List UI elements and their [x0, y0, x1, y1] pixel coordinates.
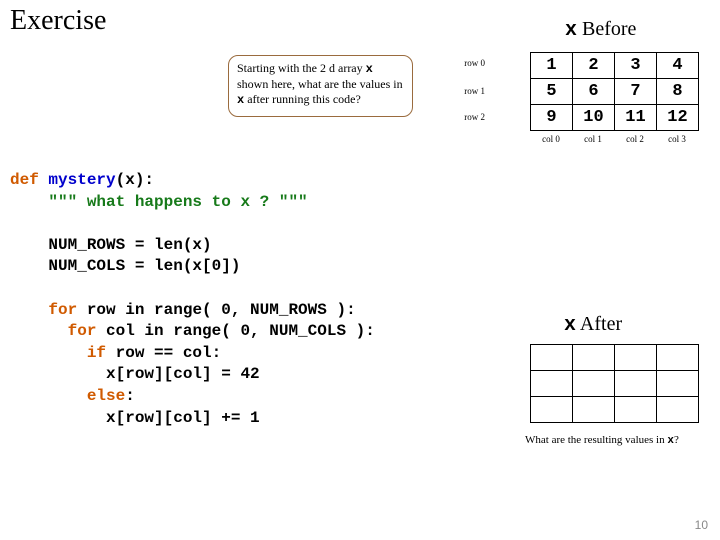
fn-name: mystery	[48, 171, 115, 189]
question-text-2: shown here, what are the values in	[237, 77, 403, 91]
row-label-1: row 1	[445, 86, 485, 96]
col-label-3: col 3	[656, 134, 698, 144]
after-label: x After	[564, 313, 622, 337]
cell: 4	[657, 53, 699, 79]
pad	[10, 301, 48, 319]
code-rest: (x):	[116, 171, 154, 189]
cell	[615, 397, 657, 423]
after-caption: What are the resulting values in x?	[525, 434, 679, 447]
before-grid: 1 2 3 4 5 6 7 8 9 10 11 12	[530, 52, 699, 131]
table-row	[531, 345, 699, 371]
cell: 3	[615, 53, 657, 79]
question-text-1: Starting with the 2 d array	[237, 61, 366, 75]
pad	[10, 344, 87, 362]
cell: 12	[657, 105, 699, 131]
cell: 8	[657, 79, 699, 105]
row-label-0: row 0	[445, 58, 485, 68]
col-label-0: col 0	[530, 134, 572, 144]
pad	[10, 193, 48, 211]
cell	[657, 371, 699, 397]
cell: 10	[573, 105, 615, 131]
kw-if: if	[87, 344, 106, 362]
cell	[531, 345, 573, 371]
cell	[657, 397, 699, 423]
kw-else: else	[87, 387, 125, 405]
after-text: After	[576, 313, 622, 335]
after-table-block	[530, 344, 699, 423]
row-label-2: row 2	[445, 112, 485, 122]
code-rest: col in range( 0, NUM_COLS ):	[96, 322, 374, 340]
kw-for: for	[68, 322, 97, 340]
table-row	[531, 397, 699, 423]
question-box: Starting with the 2 d array x shown here…	[228, 55, 413, 117]
cell	[615, 345, 657, 371]
after-grid	[530, 344, 699, 423]
kw-for: for	[48, 301, 77, 319]
cell: 5	[531, 79, 573, 105]
before-text: Before	[577, 18, 636, 40]
after-caption-b: ?	[674, 434, 679, 446]
cell: 1	[531, 53, 573, 79]
code-line: x[row][col] += 1	[10, 409, 260, 427]
cell	[531, 371, 573, 397]
pad	[10, 322, 68, 340]
after-caption-a: What are the resulting values in	[525, 434, 667, 446]
table-row: 5 6 7 8	[531, 79, 699, 105]
cell	[573, 371, 615, 397]
code-rest: :	[125, 387, 135, 405]
before-x: x	[565, 19, 577, 42]
question-text-3: after running this code?	[244, 92, 361, 106]
before-label: x Before	[565, 18, 636, 42]
before-table-block: row 0 row 1 row 2 1 2 3 4 5 6 7 8 9 10 1…	[530, 52, 699, 131]
cell: 11	[615, 105, 657, 131]
cell	[573, 397, 615, 423]
code-line: x[row][col] = 42	[10, 365, 260, 383]
cell	[657, 345, 699, 371]
code-rest: row in range( 0, NUM_ROWS ):	[77, 301, 355, 319]
kw-def: def	[10, 171, 48, 189]
table-row: 1 2 3 4	[531, 53, 699, 79]
after-x: x	[564, 314, 576, 337]
col-label-2: col 2	[614, 134, 656, 144]
cell: 7	[615, 79, 657, 105]
page-number: 10	[695, 518, 708, 532]
cell	[573, 345, 615, 371]
cell	[531, 397, 573, 423]
cell: 2	[573, 53, 615, 79]
code-block: def mystery(x): """ what happens to x ? …	[10, 170, 375, 429]
table-row	[531, 371, 699, 397]
code-rest: row == col:	[106, 344, 221, 362]
code-line: NUM_ROWS = len(x)	[10, 236, 212, 254]
cell: 9	[531, 105, 573, 131]
docstring: """ what happens to x ? """	[48, 193, 307, 211]
table-row: 9 10 11 12	[531, 105, 699, 131]
page-title: Exercise	[10, 5, 106, 37]
question-code-x1: x	[366, 62, 373, 76]
code-line: NUM_COLS = len(x[0])	[10, 257, 240, 275]
pad	[10, 387, 87, 405]
after-caption-x: x	[667, 435, 674, 447]
cell	[615, 371, 657, 397]
cell: 6	[573, 79, 615, 105]
col-label-1: col 1	[572, 134, 614, 144]
